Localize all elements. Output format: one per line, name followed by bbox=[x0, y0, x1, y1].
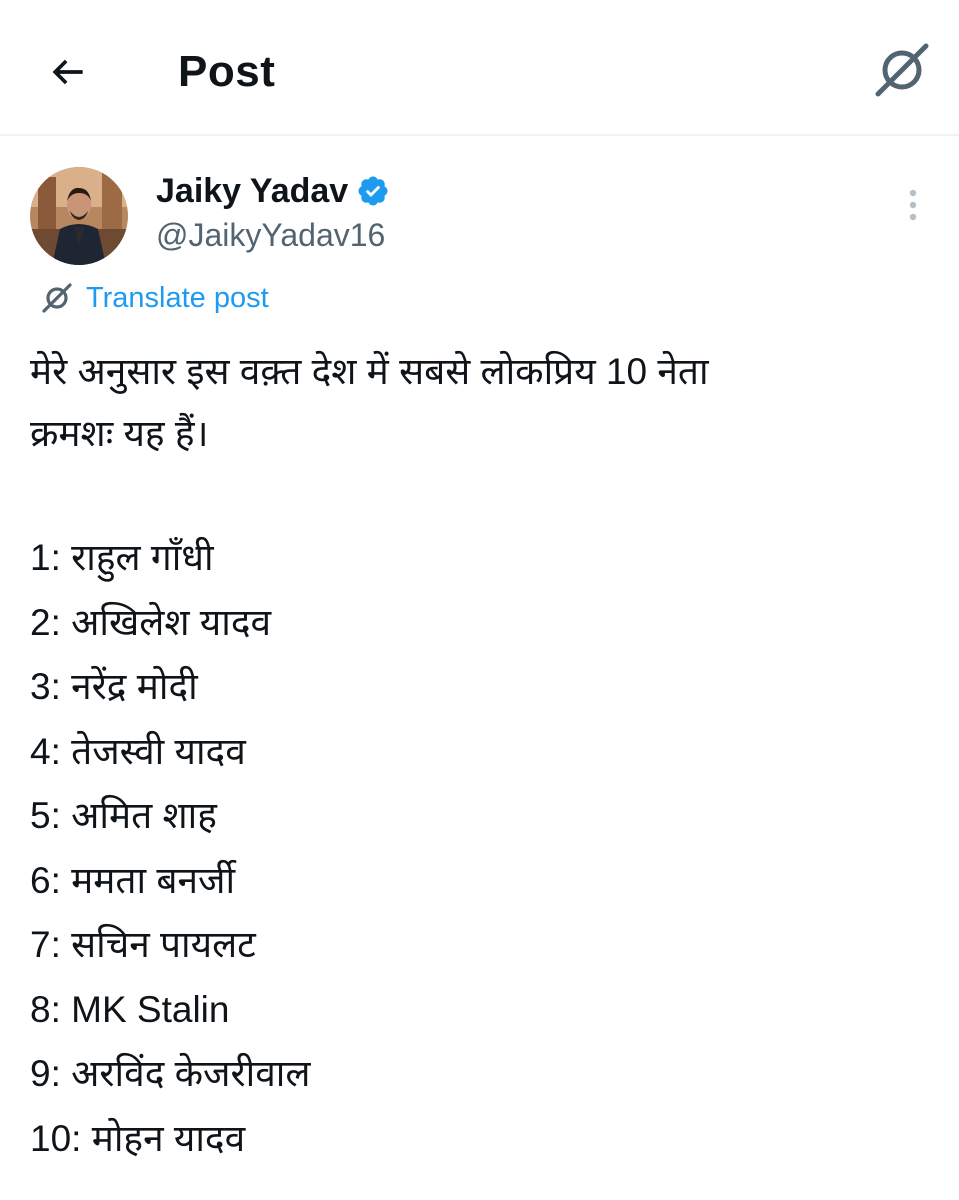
verified-badge-icon bbox=[356, 173, 392, 209]
list-item: 8: MK Stalin bbox=[30, 988, 230, 1030]
post-text-line: मेरे अनुसार इस वक़्त देश में सबसे लोकप्र… bbox=[30, 351, 709, 392]
list-item: 7: सचिन पायलट bbox=[30, 924, 256, 965]
translate-icon bbox=[875, 43, 929, 97]
page-title: Post bbox=[178, 47, 276, 96]
user-handle[interactable]: @JaikyYadav16 bbox=[156, 212, 385, 258]
back-arrow-icon bbox=[52, 59, 83, 85]
list-item: 3: नरेंद्र मोदी bbox=[30, 666, 198, 707]
avatar[interactable] bbox=[30, 167, 128, 265]
post-text-line: क्रमशः यह हैं। bbox=[30, 413, 209, 454]
list-item: 9: अरविंद केजरीवाल bbox=[30, 1053, 311, 1094]
translate-post-label: Translate post bbox=[86, 281, 269, 314]
profile-photo bbox=[30, 167, 128, 265]
author-name-row[interactable]: Jaiky Yadav bbox=[156, 166, 392, 216]
list-item: 2: अखिलेश यादव bbox=[30, 601, 272, 643]
more-options-button[interactable] bbox=[890, 182, 936, 228]
back-button[interactable] bbox=[40, 44, 96, 100]
list-item: 10: मोहन यादव bbox=[30, 1117, 246, 1159]
translate-button[interactable] bbox=[870, 38, 934, 102]
display-name: Jaiky Yadav bbox=[156, 172, 349, 210]
translate-icon bbox=[42, 283, 72, 313]
list-item: 6: ममता बनर्जी bbox=[30, 859, 236, 901]
post-body: मेरे अनुसार इस वक़्त देश में सबसे लोकप्र… bbox=[30, 340, 940, 1171]
translate-post-link[interactable]: Translate post bbox=[40, 278, 269, 318]
top-bar: Post bbox=[0, 0, 959, 136]
more-vertical-icon bbox=[909, 189, 917, 221]
list-item: 4: तेजस्वी यादव bbox=[30, 730, 246, 772]
list-item: 5: अमित शाह bbox=[30, 795, 217, 836]
list-item: 1: राहुल गाँधी bbox=[30, 537, 214, 578]
